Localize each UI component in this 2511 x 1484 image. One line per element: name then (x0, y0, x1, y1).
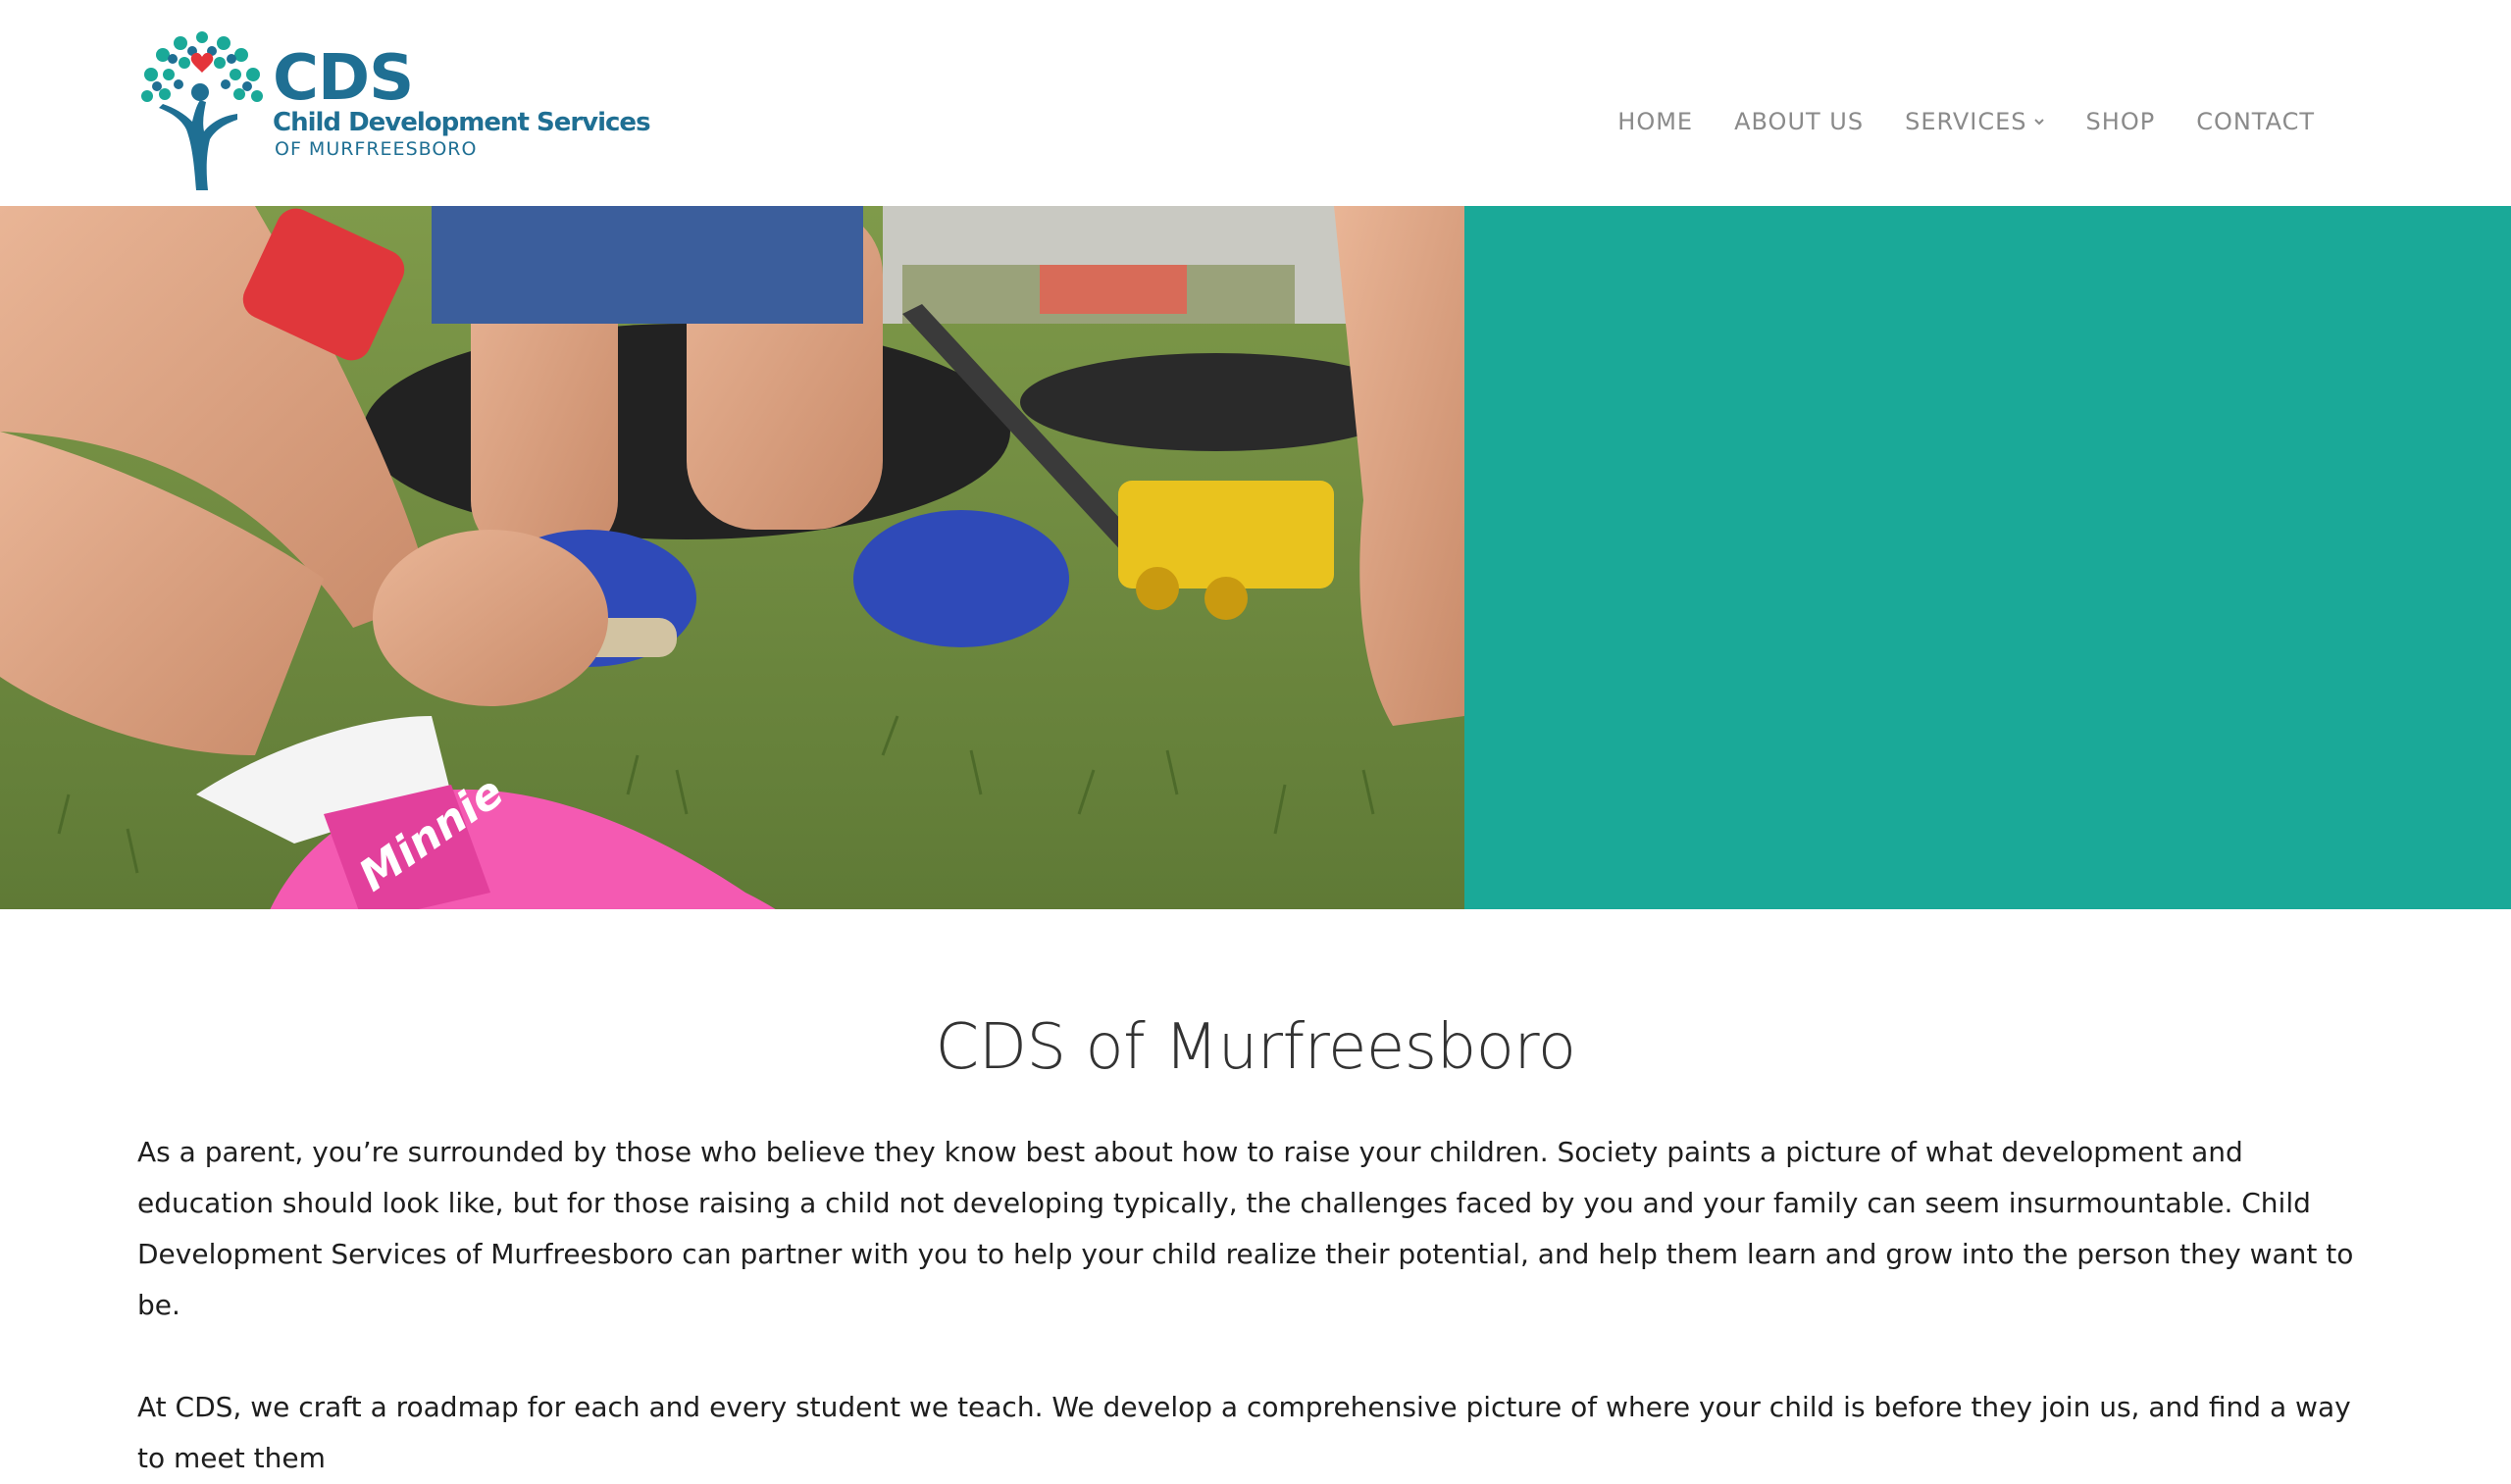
nav-item-contact[interactable]: CONTACT (2196, 110, 2315, 133)
page-title: CDS of Murfreesboro (935, 1011, 1576, 1084)
hero-photo: Minnie (0, 206, 1464, 909)
main-content: CDS of Murfreesboro As a parent, you’re … (137, 1010, 2374, 1484)
logo-cds-text: CDS (273, 42, 414, 115)
main-nav: HOME ABOUT US SERVICES SHOP CONTACT (1617, 110, 2315, 133)
nav-item-shop[interactable]: SHOP (2086, 110, 2156, 133)
nav-item-services-label: SERVICES (1905, 108, 2027, 135)
nav-item-services[interactable]: SERVICES (1905, 110, 2044, 133)
intro-paragraph: As a parent, you’re surrounded by those … (137, 1135, 2354, 1321)
nav-item-home[interactable]: HOME (1617, 110, 1693, 133)
chevron-down-icon (2033, 119, 2044, 126)
hero-accent-panel (1464, 206, 2511, 909)
site-logo[interactable]: CDS Child Development Services OF MURFRE… (135, 27, 651, 190)
logo-tagline: Child Development Services (273, 108, 651, 137)
hero-banner: Minnie (0, 206, 2511, 909)
tree-logo-icon (141, 31, 263, 190)
roadmap-paragraph: At CDS, we craft a roadmap for each and … (137, 1390, 2351, 1474)
nav-item-about-us[interactable]: ABOUT US (1734, 110, 1864, 133)
logo-location: OF MURFREESBORO (275, 138, 478, 160)
site-header: CDS Child Development Services OF MURFRE… (0, 0, 2511, 206)
